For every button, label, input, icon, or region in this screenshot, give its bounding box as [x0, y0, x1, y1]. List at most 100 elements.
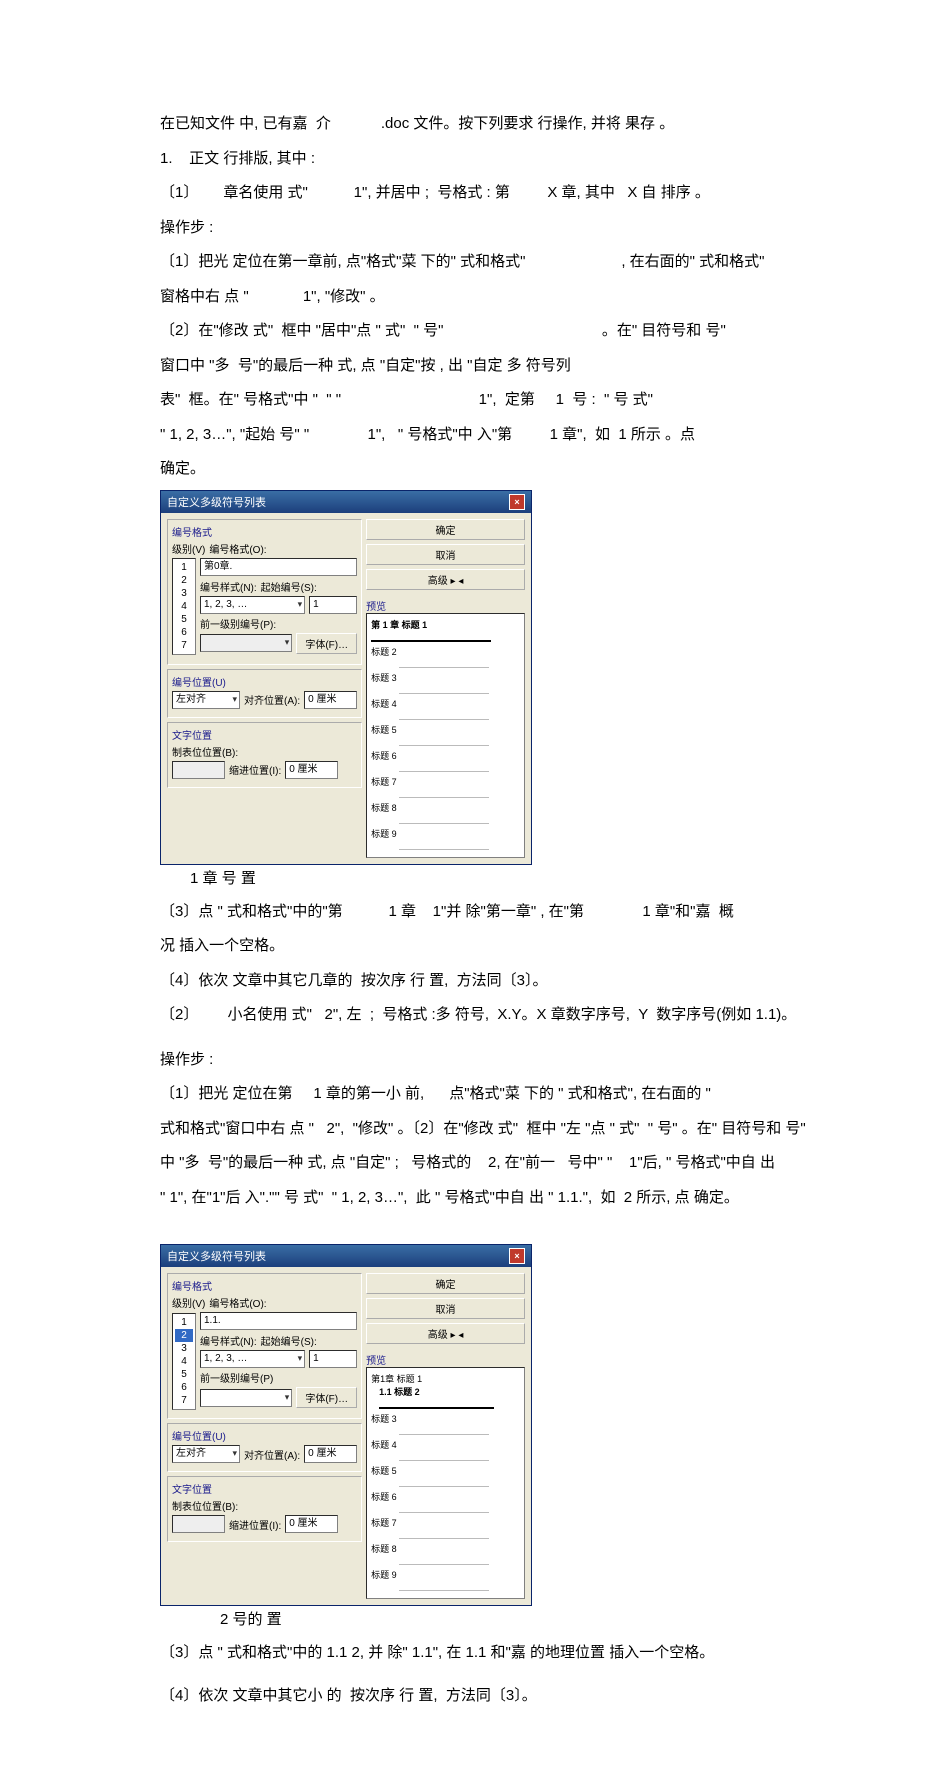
paragraph: 窗口中 "多 号"的最后一种 式, 点 "自定"按 , 出 "自定 多 符号列 — [160, 352, 855, 381]
dialog-custom-multilevel-list: 自定义多级符号列表 × 编号格式 级别(V) 编号格式(O): 1234567 — [160, 490, 532, 865]
dialog-figure-1: 自定义多级符号列表 × 编号格式 级别(V) 编号格式(O): 1234567 — [160, 490, 855, 888]
figure-caption-1: 1 章 号 置 — [160, 867, 855, 888]
align-at-label: 对齐位置(A): — [244, 1447, 300, 1462]
number-style-label: 编号样式(N): — [200, 1333, 257, 1348]
paragraph: 〔2〕在"修改 式" 框中 "居中"点 " 式" " 号" 。在" 目符号和 号… — [160, 317, 855, 346]
preview-item: 标题 3 — [371, 671, 520, 684]
preview-item: 标题 8 — [371, 1542, 520, 1555]
paragraph: 〔4〕依次 文章中其它几章的 按次序 行 置, 方法同〔3〕。 — [160, 967, 855, 996]
paragraph: 表" 框。在" 号格式"中 " " " 1", 定第 1 号 : " 号 式" — [160, 386, 855, 415]
alignment-dropdown[interactable]: 左对齐 — [172, 691, 240, 709]
paragraph: 〔1〕把光 定位在第 1 章的第一小 前, 点"格式"菜 下的 " 式和格式",… — [160, 1080, 855, 1109]
number-style-dropdown[interactable]: 1, 2, 3, … — [200, 596, 305, 614]
preview-heading-1: 第 1 章 标题 1 — [371, 618, 520, 631]
paragraph: 〔1〕把光 定位在第一章前, 点"格式"菜 下的" 式和格式" , 在右面的" … — [160, 248, 855, 277]
prev-level-dropdown[interactable] — [200, 634, 292, 652]
paragraph: 〔3〕点 " 式和格式"中的"第 1 章 1"并 除"第一章" , 在"第 1 … — [160, 898, 855, 927]
dialog-titlebar[interactable]: 自定义多级符号列表 × — [161, 491, 531, 513]
level-label: 级别(V) — [172, 541, 205, 556]
number-style-label: 编号样式(N): — [200, 579, 257, 594]
paragraph: 中 "多 号"的最后一种 式, 点 "自定" ; 号格式的 2, 在"前一 号中… — [160, 1149, 855, 1178]
paragraph: " 1, 2, 3…", "起始 号" " 1", " 号格式"中 入"第 1 … — [160, 421, 855, 450]
paragraph: 式和格式"窗口中右 点 " 2", "修改" 。〔2〕在"修改 式" 框中 "左… — [160, 1115, 855, 1144]
indent-input[interactable]: 0 厘米 — [285, 1515, 338, 1533]
preview-heading-1: 第1章 标题 1 — [371, 1372, 520, 1385]
preview-item: 标题 9 — [371, 827, 520, 840]
paragraph: 〔2〕 小名使用 式" 2", 左 ; 号格式 :多 符号, X.Y。X 章数字… — [160, 1001, 855, 1030]
close-icon[interactable]: × — [509, 1248, 525, 1264]
group-number-position: 编号位置(U) — [172, 1428, 357, 1443]
preview-label: 预览 — [366, 598, 525, 613]
group-number-format: 编号格式 — [172, 1278, 357, 1293]
start-at-input[interactable]: 1 — [309, 596, 357, 614]
tab-pos-label: 制表位位置(B): — [172, 1498, 238, 1513]
group-text-position: 文字位置 — [172, 727, 357, 742]
number-style-dropdown[interactable]: 1, 2, 3, … — [200, 1350, 305, 1368]
paragraph: 窗格中右 点 " 1", "修改" 。 — [160, 283, 855, 312]
preview-item: 标题 5 — [371, 723, 520, 736]
font-button[interactable]: 字体(F)… — [296, 633, 357, 654]
group-number-format: 编号格式 — [172, 524, 357, 539]
start-at-label: 起始编号(S): — [261, 579, 317, 594]
preview-item: 标题 4 — [371, 697, 520, 710]
close-icon[interactable]: × — [509, 494, 525, 510]
preview-item: 标题 3 — [371, 1412, 520, 1425]
paragraph: 确定。 — [160, 455, 855, 484]
start-at-input[interactable]: 1 — [309, 1350, 357, 1368]
preview-item: 标题 2 — [371, 645, 520, 658]
cancel-button[interactable]: 取消 — [366, 544, 525, 565]
paragraph: 1. 正文 行排版, 其中 : — [160, 145, 855, 174]
preview-heading-2: 1.1 标题 2 — [379, 1385, 520, 1398]
ok-button[interactable]: 确定 — [366, 1273, 525, 1294]
preview-box: 第 1 章 标题 1 标题 2 标题 3 标题 4 标题 5 标题 6 标题 7… — [366, 613, 525, 858]
level-listbox[interactable]: 1234567 — [172, 558, 196, 655]
dialog-figure-2: 自定义多级符号列表 × 编号格式 级别(V) 编号格式(O): 1234567 — [160, 1244, 855, 1629]
align-at-input[interactable]: 0 厘米 — [304, 691, 357, 709]
preview-item: 标题 7 — [371, 1516, 520, 1529]
align-at-input[interactable]: 0 厘米 — [304, 1445, 357, 1463]
tab-pos-label: 制表位位置(B): — [172, 744, 238, 759]
preview-label: 预览 — [366, 1352, 525, 1367]
tab-pos-input[interactable] — [172, 761, 225, 779]
alignment-dropdown[interactable]: 左对齐 — [172, 1445, 240, 1463]
group-text-position: 文字位置 — [172, 1481, 357, 1496]
preview-item: 标题 5 — [371, 1464, 520, 1477]
paragraph: 操作步 : — [160, 1046, 855, 1075]
prev-level-dropdown[interactable] — [200, 1389, 292, 1407]
dialog-custom-multilevel-list-2: 自定义多级符号列表 × 编号格式 级别(V) 编号格式(O): 1234567 — [160, 1244, 532, 1606]
start-at-label: 起始编号(S): — [261, 1333, 317, 1348]
preview-box: 第1章 标题 1 1.1 标题 2 标题 3 标题 4 标题 5 标题 6 标题… — [366, 1367, 525, 1599]
group-number-position: 编号位置(U) — [172, 674, 357, 689]
align-at-label: 对齐位置(A): — [244, 692, 300, 707]
more-button[interactable]: 高级 ▸ ◂ — [366, 569, 525, 590]
number-format-label: 编号格式(O): — [209, 1295, 266, 1310]
paragraph: 操作步 : — [160, 214, 855, 243]
tab-pos-input[interactable] — [172, 1515, 225, 1533]
dialog-titlebar[interactable]: 自定义多级符号列表 × — [161, 1245, 531, 1267]
level-label: 级别(V) — [172, 1295, 205, 1310]
prev-level-label: 前一级别编号(P) — [200, 1370, 273, 1385]
preview-item: 标题 4 — [371, 1438, 520, 1451]
ok-button[interactable]: 确定 — [366, 519, 525, 540]
cancel-button[interactable]: 取消 — [366, 1298, 525, 1319]
paragraph: " 1", 在"1"后 入"."" 号 式" " 1, 2, 3…", 此 " … — [160, 1184, 855, 1213]
paragraph: 〔3〕点 " 式和格式"中的 1.1 2, 并 除" 1.1", 在 1.1 和… — [160, 1639, 855, 1668]
more-button[interactable]: 高级 ▸ ◂ — [366, 1323, 525, 1344]
font-button[interactable]: 字体(F)… — [296, 1387, 357, 1408]
preview-item: 标题 9 — [371, 1568, 520, 1581]
figure-caption-2: 2 号的 置 — [160, 1608, 855, 1629]
preview-item: 标题 7 — [371, 775, 520, 788]
paragraph: 在已知文件 中, 已有嘉 介 .doc 文件。按下列要求 行操作, 并将 果存 … — [160, 110, 855, 139]
number-format-input[interactable]: 1.1. — [200, 1312, 357, 1330]
dialog-title: 自定义多级符号列表 — [167, 494, 266, 510]
paragraph: 况 插入一个空格。 — [160, 932, 855, 961]
preview-item: 标题 6 — [371, 1490, 520, 1503]
level-listbox[interactable]: 1234567 — [172, 1313, 196, 1410]
paragraph: 〔4〕依次 文章中其它小 的 按次序 行 置, 方法同〔3〕。 — [160, 1682, 855, 1711]
paragraph: 〔1〕 章名使用 式" 1", 并居中 ; 号格式 : 第 X 章, 其中 X … — [160, 179, 855, 208]
indent-input[interactable]: 0 厘米 — [285, 761, 338, 779]
dialog-title: 自定义多级符号列表 — [167, 1248, 266, 1264]
number-format-label: 编号格式(O): — [209, 541, 266, 556]
number-format-input[interactable]: 第0章. — [200, 558, 357, 576]
indent-label: 缩进位置(I): — [229, 762, 281, 777]
